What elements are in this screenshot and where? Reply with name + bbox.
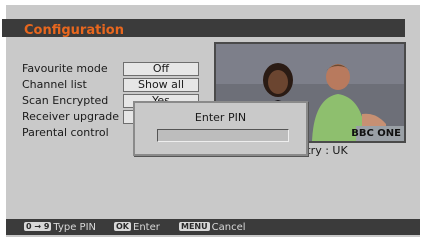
- pin-dialog-title: Enter PIN: [194, 111, 247, 124]
- hint-type-pin: 0 → 9 Type PIN: [24, 222, 96, 233]
- hint-enter: OK Enter: [114, 222, 160, 233]
- hint-enter-label: Enter: [133, 222, 160, 233]
- menu-item-parental-control[interactable]: Parental control: [22, 126, 109, 139]
- hint-cancel: MENU Cancel: [179, 222, 246, 233]
- channel-name: BBC ONE: [351, 128, 401, 139]
- menu-item-favourite-mode[interactable]: Favourite mode: [22, 62, 108, 75]
- menu-item-scan-encrypted[interactable]: Scan Encrypted: [22, 94, 108, 107]
- menu-key-icon: MENU: [179, 222, 210, 231]
- pin-input[interactable]: [157, 129, 289, 142]
- favourite-mode-value[interactable]: Off: [123, 62, 199, 76]
- pin-dialog: Enter PIN: [133, 101, 308, 156]
- digit-keys-icon: 0 → 9: [24, 222, 52, 231]
- menu-item-channel-list[interactable]: Channel list: [22, 78, 87, 91]
- ok-key-icon: OK: [114, 222, 131, 231]
- menu-item-receiver-upgrade[interactable]: Receiver upgrade: [22, 110, 119, 123]
- page-title: Configuration: [24, 23, 124, 38]
- hint-type-pin-label: Type PIN: [53, 222, 97, 233]
- hint-cancel-label: Cancel: [211, 222, 246, 233]
- channel-list-value[interactable]: Show all: [123, 78, 199, 92]
